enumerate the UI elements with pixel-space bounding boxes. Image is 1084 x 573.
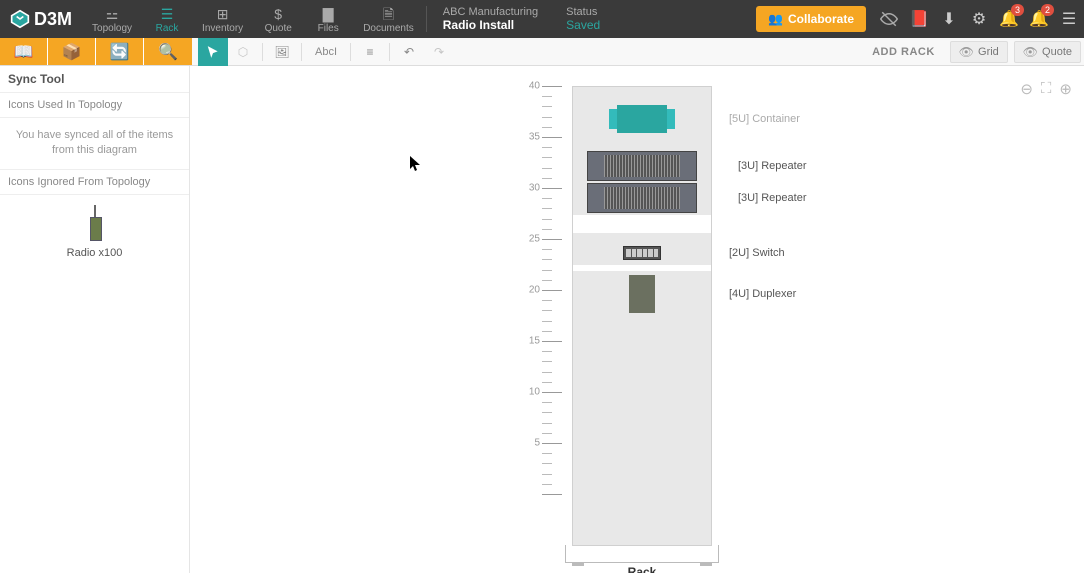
blank-panel [573,265,711,271]
device-label: [3U] Repeater [738,160,806,172]
sidebar-title: Sync Tool [0,66,189,93]
gear-icon[interactable]: ⚙ [964,0,994,38]
zoom-controls: ⊖ ⛶ ⊕ [1020,80,1072,98]
rack-ruler: 40 35 30 25 20 15 10 5 [540,86,548,546]
canvas[interactable]: ⊖ ⛶ ⊕ 40 35 30 25 20 15 10 5 [5U] Con [190,66,1084,573]
device-duplexer[interactable]: [4U] Duplexer [579,275,705,313]
sidebar: Sync Tool Icons Used In Topology You hav… [0,66,190,573]
nav-rack[interactable]: ☰Rack [142,0,192,38]
rack-label: Rack [628,565,657,573]
quote-toggle[interactable]: 👁Quote [1014,41,1081,63]
sync-note: You have synced all of the items from th… [0,118,189,170]
device-repeater-2[interactable]: [3U] Repeater [587,183,697,213]
folder-icon: ▇ [323,7,334,23]
status-value: Saved [566,18,600,32]
rack-body[interactable]: [5U] Container [3U] Repeater [3U] Repeat… [572,86,712,546]
device-label: [3U] Repeater [738,192,806,204]
app-logo[interactable]: D3M [0,0,82,38]
tab-stencil[interactable]: 📦 [48,38,96,65]
tools-strip: ⬡ 🖼 AbcI ≡ ↶ ↷ [192,38,454,65]
nav-inventory[interactable]: ⊞Inventory [192,0,253,38]
device-label: [5U] Container [729,113,800,125]
main-area: Sync Tool Icons Used In Topology You hav… [0,66,1084,573]
pointer-tool[interactable] [198,38,228,66]
hierarchy-icon: ⚍ [106,7,119,23]
shape-tool: ⬡ [228,38,258,66]
icons-ignored-heading: Icons Ignored From Topology [0,170,189,195]
right-tools: ADD RACK 👁Grid 👁Quote [860,38,1084,65]
project-name: Radio Install [443,18,538,32]
radio-icon [90,205,100,241]
eye-off-icon: 👁 [1023,45,1038,59]
status-label: Status [566,6,600,18]
fit-screen-icon[interactable]: ⛶ [1041,80,1052,98]
menu-icon[interactable]: ☰ [1054,0,1084,38]
cursor-icon [410,156,422,172]
device-switch[interactable]: [2U] Switch [579,243,705,263]
visibility-icon[interactable] [874,0,904,38]
alert-icon[interactable]: 🔔2 [1024,0,1054,38]
nav-topology[interactable]: ⚍Topology [82,0,142,38]
project-info: ABC Manufacturing Radio Install [429,0,552,38]
device-container[interactable]: [5U] Container [579,95,705,143]
rack-icon: ☰ [161,7,174,23]
project-company: ABC Manufacturing [443,6,538,18]
add-rack-button[interactable]: ADD RACK [860,46,947,58]
rack-diagram: 40 35 30 25 20 15 10 5 [5U] Container [3… [540,86,712,546]
side-tabs: 📖 📦 🔄 🔍 [0,38,192,65]
device-label: [2U] Switch [729,247,785,259]
tab-search[interactable]: 🔍 [144,38,192,65]
zoom-out-icon[interactable]: ⊖ [1020,80,1033,98]
eye-off-icon: 👁 [959,45,974,59]
collaborate-button[interactable]: 👥 Collaborate [756,6,866,32]
ignored-item-label: Radio x100 [67,247,123,259]
document-icon: 🗎 [383,7,394,23]
device-label: [4U] Duplexer [729,288,796,300]
icons-used-heading: Icons Used In Topology [0,93,189,118]
tab-library[interactable]: 📖 [0,38,48,65]
download-icon[interactable]: ⬇ [934,0,964,38]
nav-files[interactable]: ▇Files [303,0,353,38]
blank-panel [573,215,711,233]
status-block: Status Saved [552,0,614,38]
tab-sync[interactable]: 🔄 [96,38,144,65]
nav-quote[interactable]: $Quote [253,0,303,38]
device-repeater-1[interactable]: [3U] Repeater [587,151,697,181]
align-tool[interactable]: ≡ [355,38,385,66]
grid-toggle[interactable]: 👁Grid [950,41,1008,63]
toolbar: 📖 📦 🔄 🔍 ⬡ 🖼 AbcI ≡ ↶ ↷ ADD RACK 👁Grid 👁Q… [0,38,1084,66]
undo-tool[interactable]: ↶ [394,38,424,66]
bell-icon[interactable]: 🔔3 [994,0,1024,38]
rack-base [565,545,719,563]
ignored-item[interactable]: Radio x100 [0,195,189,269]
grid-icon: ⊞ [217,7,229,23]
text-tool[interactable]: AbcI [306,38,346,66]
zoom-in-icon[interactable]: ⊕ [1059,80,1072,98]
image-tool[interactable]: 🖼 [267,38,297,66]
top-navbar: D3M ⚍Topology ☰Rack ⊞Inventory $Quote ▇F… [0,0,1084,38]
book-icon[interactable]: 📕 [904,0,934,38]
dollar-icon: $ [274,7,282,23]
people-icon: 👥 [768,12,783,26]
separator [426,6,427,32]
redo-tool: ↷ [424,38,454,66]
nav-documents[interactable]: 🗎Documents [353,0,424,38]
